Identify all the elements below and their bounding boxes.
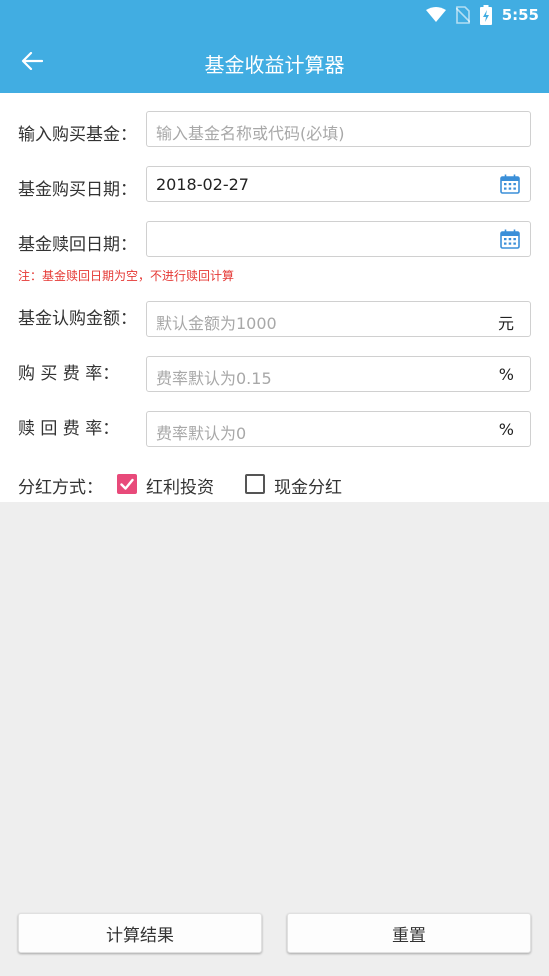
buy-date-field[interactable]: 2018-02-27 xyxy=(146,166,531,202)
dividend-cash-checkbox[interactable] xyxy=(245,474,265,494)
reset-button[interactable]: 重置 xyxy=(287,913,531,953)
status-bar: 5:55 xyxy=(0,0,549,30)
amount-unit: 元 xyxy=(497,314,514,333)
dividend-reinvest-label[interactable]: 红利投资 xyxy=(146,473,214,498)
buy-date-label: 基金购买日期： xyxy=(18,180,137,200)
status-icons: 5:55 xyxy=(425,4,539,26)
calculator-form: 输入购买基金： 输入基金名称或代码(必填) 基金购买日期： 2018-02-27… xyxy=(0,93,549,502)
buy-rate-placeholder: 费率默认为0.15 xyxy=(156,369,272,388)
redeem-date-field[interactable] xyxy=(146,221,531,257)
battery-charging-icon xyxy=(479,5,492,25)
fund-input[interactable]: 输入基金名称或代码(必填) xyxy=(146,111,531,147)
wifi-icon xyxy=(425,7,446,22)
app-bar: 基金收益计算器 xyxy=(0,30,549,93)
status-time: 5:55 xyxy=(501,6,539,24)
redeem-rate-label: 赎 回 费 率： xyxy=(18,419,120,439)
calendar-icon[interactable] xyxy=(500,174,520,194)
calculate-button[interactable]: 计算结果 xyxy=(18,913,262,953)
dividend-cash-label[interactable]: 现金分红 xyxy=(274,473,342,498)
amount-input[interactable]: 默认金额为1000 元 xyxy=(146,301,531,337)
redeem-rate-unit: % xyxy=(498,420,514,439)
dividend-label: 分红方式： xyxy=(18,478,103,498)
buy-rate-unit: % xyxy=(498,365,514,384)
dividend-reinvest-checkbox[interactable] xyxy=(117,474,137,494)
amount-placeholder: 默认金额为1000 xyxy=(156,314,277,333)
amount-label: 基金认购金额： xyxy=(18,309,137,329)
buy-rate-label: 购 买 费 率： xyxy=(18,364,120,384)
fund-placeholder: 输入基金名称或代码(必填) xyxy=(156,124,345,143)
buy-date-value: 2018-02-27 xyxy=(156,175,249,194)
page-title: 基金收益计算器 xyxy=(204,53,345,77)
buy-rate-input[interactable]: 费率默认为0.15 % xyxy=(146,356,531,392)
redeem-rate-placeholder: 费率默认为0 xyxy=(156,424,247,443)
fund-label: 输入购买基金： xyxy=(18,125,137,145)
redeem-note: 注：基金赎回日期为空，不进行赎回计算 xyxy=(18,269,235,283)
check-icon xyxy=(120,478,134,490)
redeem-rate-input[interactable]: 费率默认为0 % xyxy=(146,411,531,447)
redeem-date-label: 基金赎回日期： xyxy=(18,235,137,255)
calendar-icon[interactable] xyxy=(500,229,520,249)
no-sim-icon xyxy=(455,6,470,24)
